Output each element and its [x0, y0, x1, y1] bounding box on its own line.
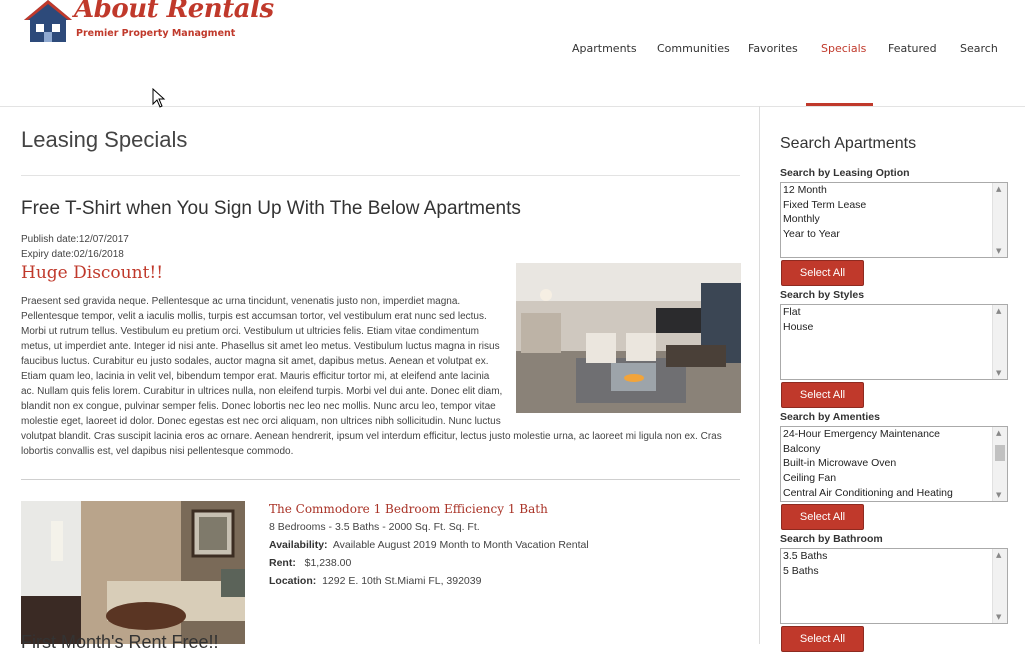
special-headline: Huge Discount!! [21, 263, 164, 283]
scroll-down-icon[interactable]: ▼ [996, 247, 1001, 255]
styles-select[interactable]: Flat House ▲ ▼ [780, 304, 1008, 380]
sidebar-title: Search Apartments [780, 135, 917, 152]
scroll-up-icon[interactable]: ▲ [996, 551, 1001, 559]
listing-location: Location: 1292 E. 10th St.Miami FL, 3920… [269, 575, 481, 587]
scroll-down-icon[interactable]: ▼ [996, 613, 1001, 621]
house-icon [24, 0, 72, 42]
main-nav: Apartments Communities Favorites Special… [0, 42, 1025, 62]
leasing-option-label: Search by Leasing Option [780, 167, 910, 179]
bathroom-label: Search by Bathroom [780, 533, 883, 545]
amenities-select[interactable]: 24-Hour Emergency Maintenance Balcony Bu… [780, 426, 1008, 502]
special-photo [516, 263, 741, 413]
listing-title[interactable]: The Commodore 1 Bedroom Efficiency 1 Bat… [269, 502, 548, 516]
list-option[interactable]: Year to Year [781, 227, 1007, 242]
nav-item-search[interactable]: Search [960, 42, 998, 55]
page-title: Leasing Specials [21, 127, 188, 152]
list-option[interactable]: Monthly [781, 212, 1007, 227]
mouse-cursor-icon [152, 88, 166, 108]
listing-image [21, 501, 245, 644]
list-option[interactable]: Built-in Microwave Oven [781, 456, 1007, 471]
list-option[interactable]: 24-Hour Emergency Maintenance [781, 427, 1007, 442]
listing-summary: 8 Bedrooms - 3.5 Baths - 2000 Sq. Ft. Sq… [269, 521, 480, 533]
location-value: 1292 E. 10th St.Miami FL, 392039 [322, 575, 482, 587]
scroll-up-icon[interactable]: ▲ [996, 185, 1001, 193]
special-body: Praesent sed gravida neque. Pellentesque… [21, 263, 741, 459]
list-option[interactable]: Fixed Term Lease [781, 198, 1007, 213]
listbox-scrollbar[interactable]: ▲ ▼ [992, 183, 1007, 257]
nav-item-communities[interactable]: Communities [657, 42, 730, 55]
scroll-up-icon[interactable]: ▲ [996, 307, 1001, 315]
list-option[interactable]: Balcony [781, 442, 1007, 457]
scrollbar-thumb[interactable] [995, 445, 1005, 461]
rent-label: Rent: [269, 557, 296, 569]
expiry-date: Expiry date:02/16/2018 [21, 249, 124, 260]
brand-tagline: Premier Property Managment [76, 28, 236, 39]
scroll-down-icon[interactable]: ▼ [996, 491, 1001, 499]
sidebar-divider [759, 106, 760, 644]
list-option[interactable]: Flat [781, 305, 1007, 320]
leasing-option-select[interactable]: 12 Month Fixed Term Lease Monthly Year t… [780, 182, 1008, 258]
title-divider [21, 175, 740, 176]
brand-name: About Rentals [74, 0, 274, 24]
select-all-leasing-button[interactable]: Select All [781, 260, 864, 286]
availability-value: Available August 2019 Month to Month Vac… [332, 539, 589, 551]
nav-item-apartments[interactable]: Apartments [572, 42, 637, 55]
nav-active-indicator [806, 103, 873, 106]
nav-item-featured[interactable]: Featured [888, 42, 937, 55]
list-option[interactable]: Central Air Conditioning and Heating [781, 486, 1007, 501]
publish-date: Publish date:12/07/2017 [21, 234, 129, 245]
rent-value: $1,238.00 [304, 557, 352, 569]
list-option[interactable]: 5 Baths [781, 564, 1007, 579]
nav-item-specials[interactable]: Specials [821, 42, 866, 55]
listing-availability: Availability: Available August 2019 Mont… [269, 539, 589, 551]
list-option[interactable]: Ceiling Fan [781, 471, 1007, 486]
content-divider [21, 479, 740, 480]
select-all-amenities-button[interactable]: Select All [781, 504, 864, 530]
amenities-label: Search by Amenties [780, 411, 880, 423]
listing-photo[interactable] [21, 501, 245, 644]
nav-item-favorites[interactable]: Favorites [748, 42, 798, 55]
location-label: Location: [269, 575, 317, 587]
special-title: Free T-Shirt when You Sign Up With The B… [21, 198, 521, 219]
listbox-scrollbar[interactable]: ▲ ▼ [992, 549, 1007, 623]
list-option[interactable]: 12 Month [781, 183, 1007, 198]
listbox-scrollbar[interactable]: ▲ ▼ [992, 305, 1007, 379]
list-option[interactable]: 3.5 Baths [781, 549, 1007, 564]
scroll-down-icon[interactable]: ▼ [996, 369, 1001, 377]
listbox-scrollbar[interactable]: ▲ ▼ [992, 427, 1007, 501]
availability-label: Availability: [269, 539, 328, 551]
listing-rent: Rent: $1,238.00 [269, 557, 351, 569]
select-all-styles-button[interactable]: Select All [781, 382, 864, 408]
list-option[interactable]: House [781, 320, 1007, 335]
next-special-title: First Month's Rent Free!! [21, 632, 219, 652]
styles-label: Search by Styles [780, 289, 865, 301]
bathroom-select[interactable]: 3.5 Baths 5 Baths ▲ ▼ [780, 548, 1008, 624]
scroll-up-icon[interactable]: ▲ [996, 429, 1001, 437]
select-all-bathroom-button[interactable]: Select All [781, 626, 864, 652]
